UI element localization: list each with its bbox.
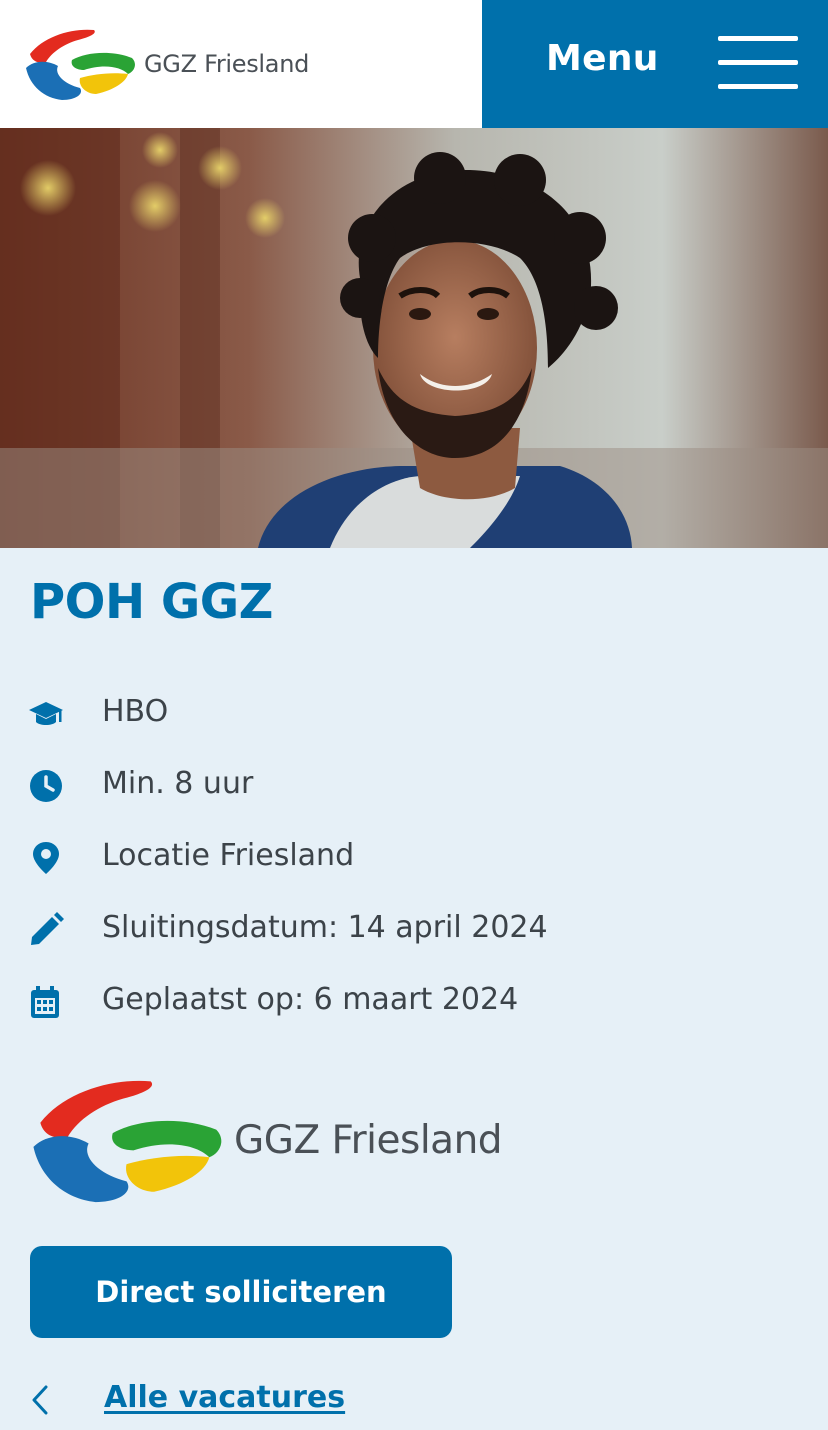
vacancy-title: POH GGZ [30,574,273,630]
all-vacancies-link-row[interactable]: Alle vacatures [0,1376,828,1426]
calendar-icon [31,986,59,1018]
fact-education: HBO [0,676,828,748]
site-header: GGZ Friesland Menu [0,0,828,128]
fact-posted-date: Geplaatst op: 6 maart 2024 [0,964,828,1036]
fact-text: HBO [102,694,169,729]
logo-wordmark: GGZ Friesland [144,50,310,78]
chevron-left-icon [32,1385,48,1415]
vacancy-facts: HBO Min. 8 uur Locatie Friesland Sluitin… [0,676,828,1036]
fact-text: Min. 8 uur [102,766,254,801]
employer-logo-wordmark: GGZ Friesland [234,1117,503,1163]
pencil-icon [31,912,64,945]
graduation-cap-icon [29,702,63,725]
fact-closing-date: Sluitingsdatum: 14 april 2024 [0,892,828,964]
all-vacancies-link[interactable]: Alle vacatures [104,1380,345,1415]
hamburger-icon [718,36,798,92]
fact-location: Locatie Friesland [0,820,828,892]
menu-label: Menu [546,38,659,79]
employer-logo: GGZ Friesland [30,1070,520,1210]
fact-text: Sluitingsdatum: 14 april 2024 [102,910,548,945]
site-logo[interactable]: GGZ Friesland [24,24,314,104]
location-pin-icon [33,842,59,874]
menu-button[interactable]: Menu [482,0,828,128]
hero-photo [0,128,828,548]
fact-text: Geplaatst op: 6 maart 2024 [102,982,519,1017]
ggz-logo-icon [26,29,135,100]
clock-icon [30,770,62,802]
fact-hours: Min. 8 uur [0,748,828,820]
fact-text: Locatie Friesland [102,838,355,873]
hero-image [0,128,828,548]
ggz-logo-icon [33,1080,222,1203]
apply-button[interactable]: Direct solliciteren [30,1246,452,1338]
